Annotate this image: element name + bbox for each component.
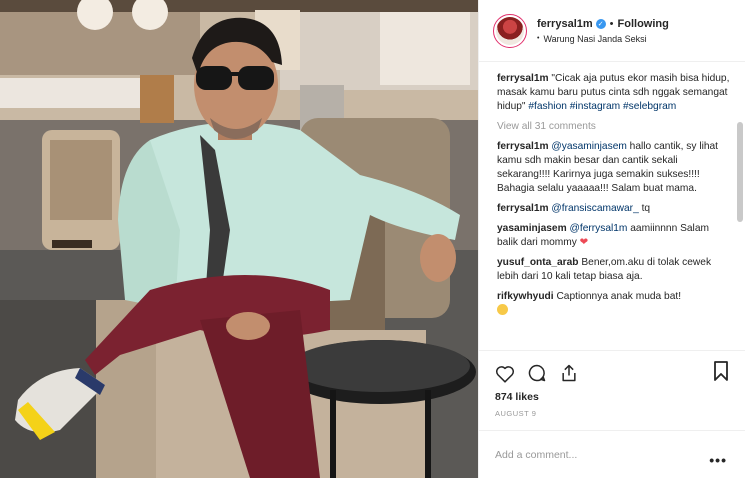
post-header: ferrysal1m ✓ • Following • Warung Nasi J… [479,0,745,62]
caption-username[interactable]: ferrysal1m [497,73,549,84]
add-comment-bar [479,430,745,478]
instagram-post-view: ferrysal1m ✓ • Following • Warung Nasi J… [0,0,745,478]
comment-username[interactable]: yasaminjasem [497,223,567,234]
list-item: ferrysal1m @fransiscamawar_ tq [497,202,731,216]
header-separator: • [609,17,614,30]
bookmark-icon[interactable] [713,361,729,381]
mention-link[interactable]: @fransiscamawar_ [551,203,638,214]
comment-text: Captionnya anak muda bat! [553,291,682,302]
following-button[interactable]: Following [618,18,669,30]
heart-icon[interactable] [495,364,515,383]
list-item: rifkywhyudi Captionnya anak muda bat! [497,290,731,318]
post-side-panel: ferrysal1m ✓ • Following • Warung Nasi J… [478,0,745,478]
mention-link[interactable]: @ferrysal1m [570,223,628,234]
more-options-icon[interactable]: ••• [709,452,727,468]
list-item: ferrysal1m @yasaminjasem hallo cantik, s… [497,140,731,196]
location-dot-icon: • [537,35,540,42]
post-actions: 874 likes AUGUST 9 ••• [479,350,745,478]
mention-link[interactable]: @yasaminjasem [551,141,626,152]
list-item: yasaminjasem @ferrysal1m aamiinnnn Salam… [497,222,731,250]
likes-count[interactable]: 874 likes [495,391,731,403]
hashtag-link[interactable]: #selebgram [623,101,676,112]
post-photo[interactable] [0,0,478,478]
comment-username[interactable]: ferrysal1m [497,141,549,152]
add-comment-input[interactable] [495,448,729,461]
comments-list[interactable]: ferrysal1m "Cicak aja putus ekor masih b… [479,62,745,350]
comment-icon[interactable] [527,363,547,383]
comments-scrollbar[interactable] [737,122,743,222]
list-item: yusuf_onta_arab Bener,om.aku di tolak ce… [497,256,731,284]
comment-username[interactable]: rifkywhyudi [497,291,554,302]
view-all-comments-link[interactable]: View all 31 comments [497,120,731,134]
grin-emoji-icon [497,304,508,315]
hashtag-link[interactable]: #instagram [570,101,620,112]
verified-badge-icon: ✓ [595,18,606,29]
comment-username[interactable]: ferrysal1m [497,203,549,214]
caption: ferrysal1m "Cicak aja putus ekor masih b… [497,72,731,114]
photo-illustration [0,0,478,478]
post-location[interactable]: Warung Nasi Janda Seksi [543,34,646,44]
avatar[interactable] [493,13,527,48]
comment-username[interactable]: yusuf_onta_arab [497,257,579,268]
share-icon[interactable] [559,363,579,383]
hashtag-link[interactable]: #fashion [528,101,567,112]
heart-emoji-icon: ❤ [579,237,589,248]
post-username[interactable]: ferrysal1m [537,18,593,30]
comment-text: tq [638,203,651,214]
post-date: AUGUST 9 [495,409,537,418]
